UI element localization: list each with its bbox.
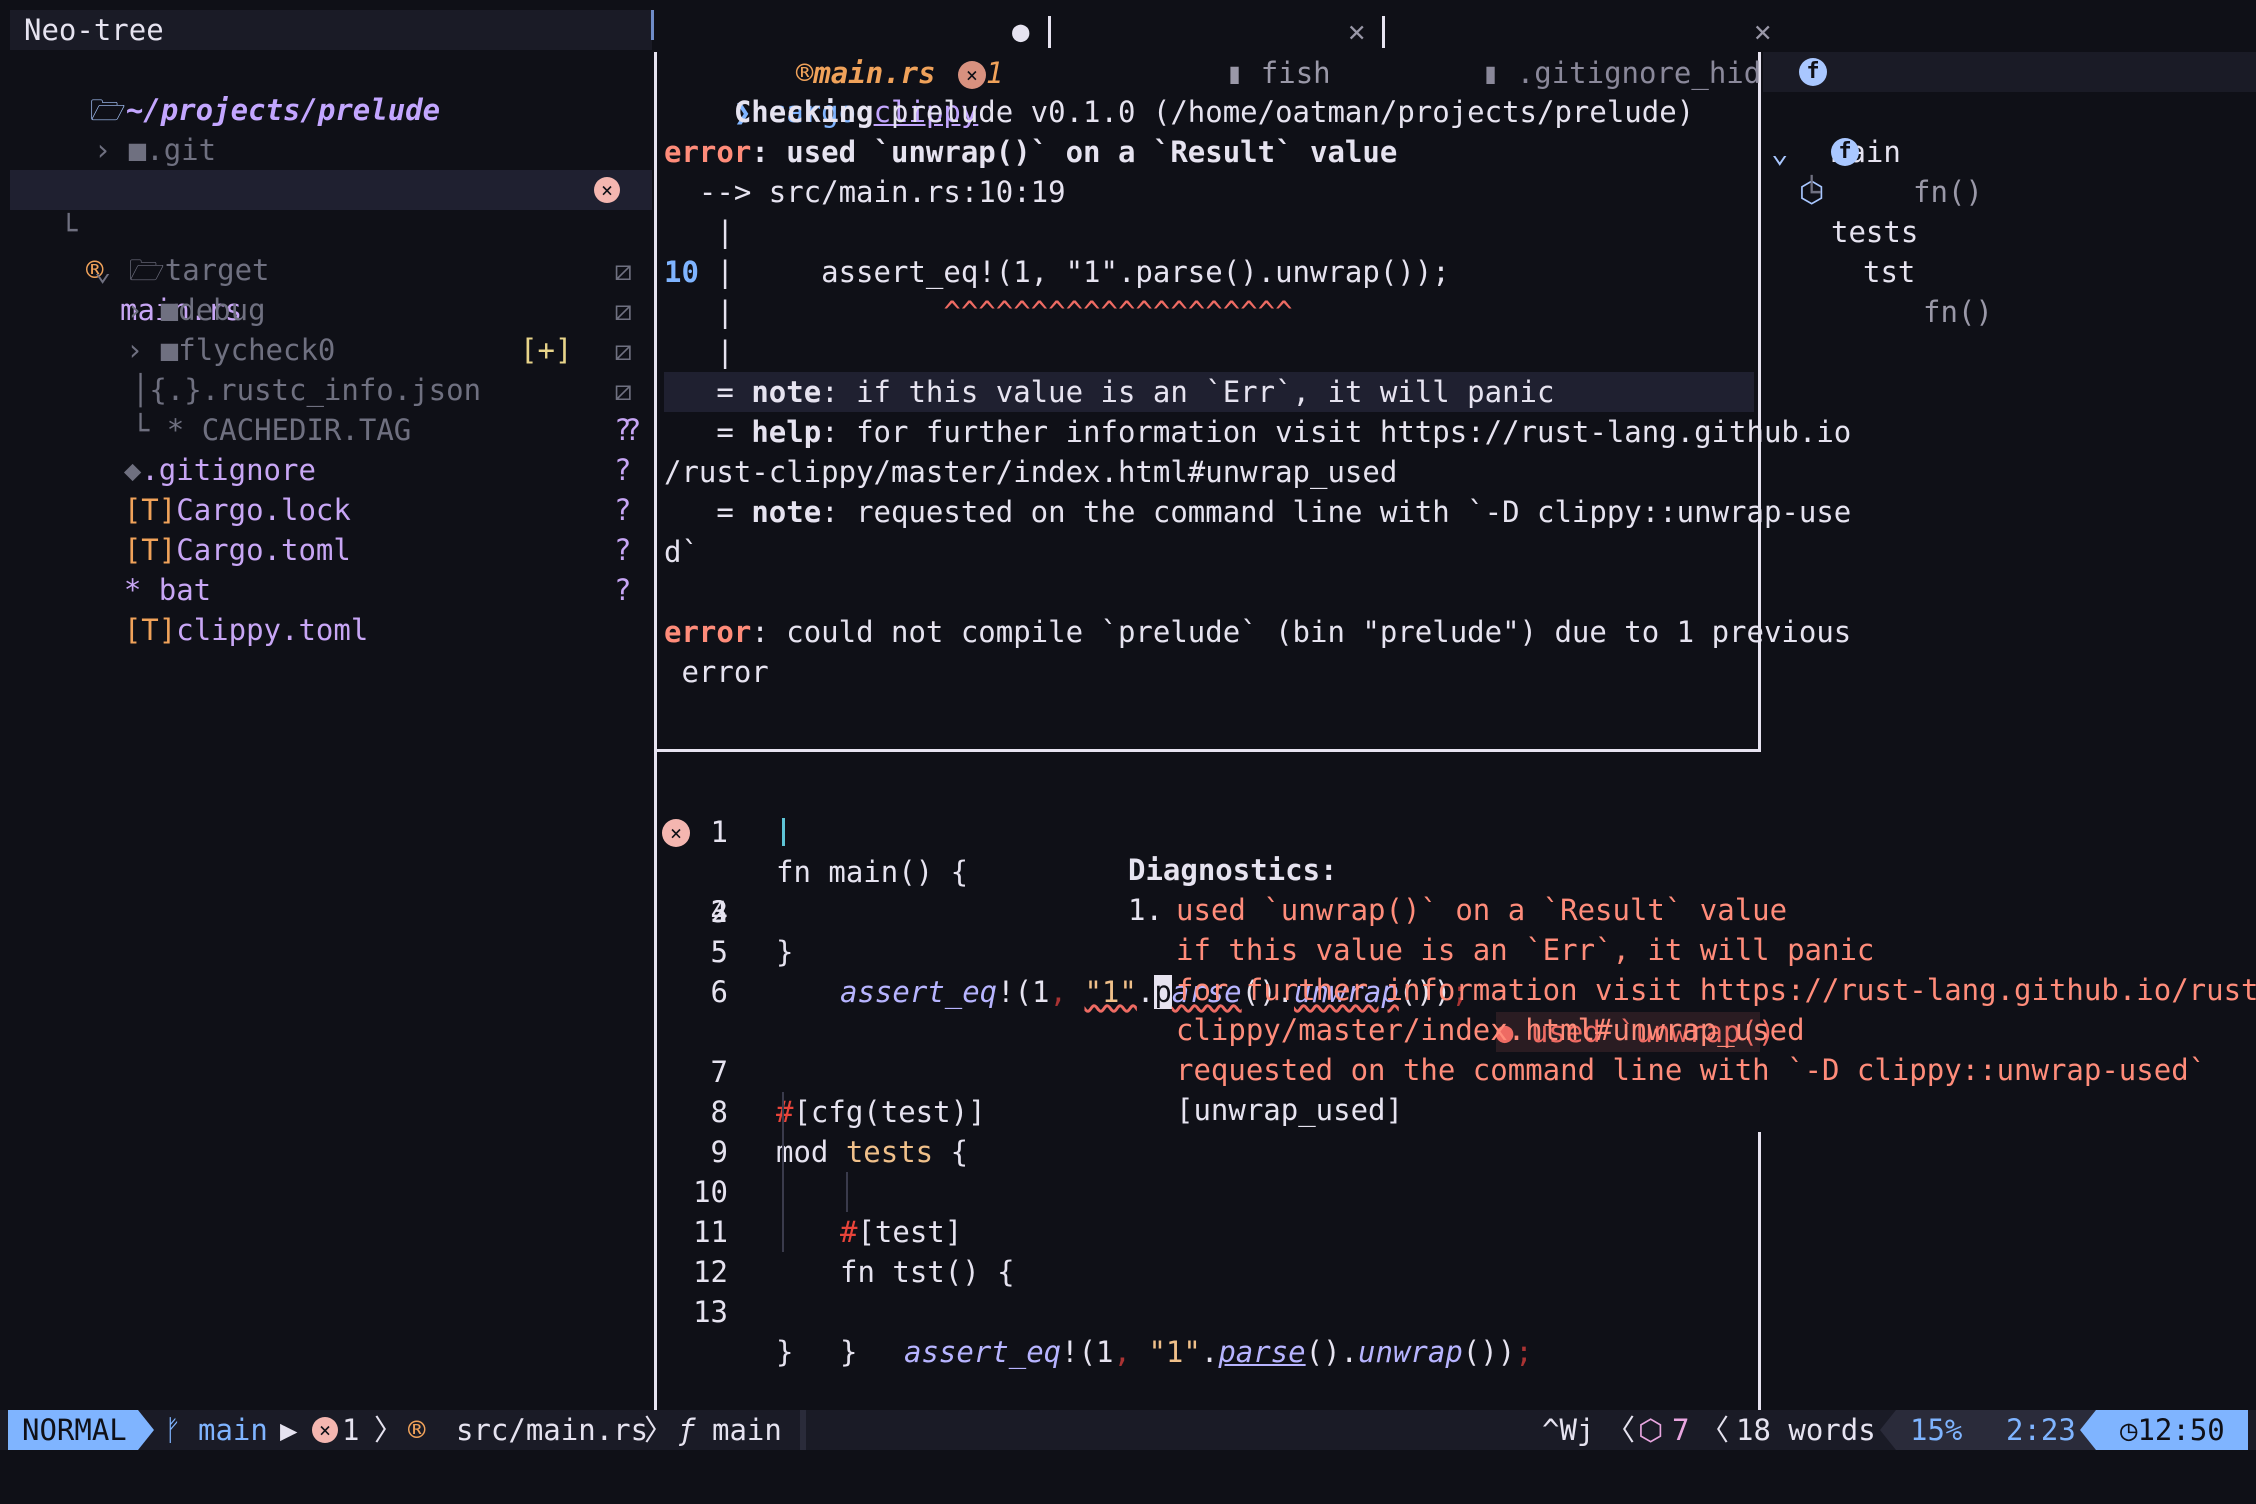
separator: ▶ xyxy=(280,1413,298,1447)
separator xyxy=(138,1410,154,1450)
tree-item-clippy-toml[interactable]: [T]clippy.toml xyxy=(54,570,706,647)
diagnostic-code: [unwrap_used] xyxy=(1176,1093,1403,1127)
term-line: = note: if this value is an `Err`, it wi… xyxy=(664,372,1754,412)
tree-guide: └ xyxy=(1803,175,1821,209)
term-prompt-line: ❯ cargo clippy xyxy=(733,95,979,129)
code-line: × 2 assert_eq!(1, "1".parse().unwrap());… xyxy=(656,812,1775,1052)
outline-item-main[interactable]: f main fn() xyxy=(1763,52,2256,209)
diagnostic-text: used `unwrap()` on a `Result` value xyxy=(1176,893,1788,927)
term-line: Checking prelude v0.1.0 (/home/oatman/pr… xyxy=(733,95,1695,129)
separator xyxy=(1880,1410,1896,1450)
term-line: error: could not compile `prelude` (bin … xyxy=(664,615,1852,649)
breadcrumb-path[interactable]: src/main.rs xyxy=(456,1410,648,1450)
untracked-icon: ? xyxy=(614,493,632,527)
error-sign-icon[interactable]: × xyxy=(662,819,690,847)
function-icon: f xyxy=(1799,58,1827,86)
status-bar: NORMAL ᚠ main ▶ × 1 〉 ® src/main.rs 〉 ƒ … xyxy=(0,1410,2256,1450)
indent-guide xyxy=(782,818,785,846)
tab-error-count: × 1 xyxy=(888,10,1003,90)
function-icon: ƒ xyxy=(678,1413,696,1447)
breadcrumb-function[interactable]: main xyxy=(712,1410,782,1450)
chevron-left-icon: 〈 xyxy=(1700,1413,1730,1447)
code-line: 1 fn main() { xyxy=(710,815,969,889)
term-line: d` xyxy=(664,535,699,569)
ignored-icon: ⧄ xyxy=(614,333,633,367)
term-line: --> src/main.rs:10:19 xyxy=(664,175,1066,209)
git-branch[interactable]: main xyxy=(198,1410,268,1450)
toml-icon: [T] xyxy=(123,613,177,647)
diagnostic-text: clippy/master/index.html#unwrap_used xyxy=(1176,1013,1805,1047)
close-icon[interactable]: ✕ xyxy=(1754,10,1771,52)
chevron-right-icon: 〉 xyxy=(644,1413,674,1447)
term-line: 10 | assert_eq!(1, "1".parse().unwrap())… xyxy=(664,255,1450,289)
tree-item-debug[interactable]: › ■debug xyxy=(56,250,708,327)
term-line: | ^^^^^^^^^^^^^^^^^^^^ xyxy=(664,295,1293,329)
tab-fish[interactable]: ▮ fish xyxy=(1156,10,1331,90)
tree-item-gitignore[interactable]: ◆.gitignore xyxy=(54,410,706,487)
lsp-count: 7 xyxy=(1672,1413,1690,1447)
cursor-position: 2:23 xyxy=(2006,1413,2076,1447)
term-line: error xyxy=(664,655,769,689)
rust-icon: ® xyxy=(408,1413,426,1447)
untracked-icon: ? xyxy=(614,533,632,567)
separator xyxy=(2080,1410,2096,1450)
ignored-icon: ⧄ xyxy=(614,253,633,287)
term-line: | xyxy=(664,335,734,369)
term-line: | xyxy=(664,215,734,249)
tree-root[interactable]: 🗁~/projects/prelude xyxy=(20,50,672,127)
untracked-icon: ? xyxy=(614,413,632,447)
tree-item-src[interactable]: ⌄ 🗁src xyxy=(24,130,676,207)
chevron-left-icon: 〈 xyxy=(1606,1413,1636,1447)
function-icon: f xyxy=(1831,138,1859,166)
ignored-icon: ⧄ xyxy=(614,373,633,407)
outline-item-tests[interactable]: ⌄ ⬡ tests xyxy=(1763,92,1918,249)
pending-keys: ^Wj xyxy=(1542,1413,1595,1447)
tree-item-bat[interactable]: * bat xyxy=(54,530,706,607)
scroll-percent: 15% xyxy=(1910,1413,1963,1447)
term-line: error: used `unwrap()` on a `Result` val… xyxy=(664,135,1398,169)
tree-item-cargo-lock[interactable]: [T]Cargo.lock xyxy=(54,450,706,527)
term-line: = note: requested on the command line wi… xyxy=(664,495,1852,529)
error-count[interactable]: 1 xyxy=(342,1410,359,1450)
error-icon: × xyxy=(594,177,620,203)
clock: ◷12:50 xyxy=(2096,1410,2248,1450)
untracked-icon: ? xyxy=(614,573,632,607)
explorer-title: Neo-tree xyxy=(10,10,652,50)
chevron-right-icon: 〉 xyxy=(374,1413,404,1447)
tab-divider xyxy=(1382,16,1385,48)
modified-dot: ● xyxy=(1012,14,1030,48)
terminal-pane[interactable]: ❯ cargo clippy Checking prelude v0.1.0 (… xyxy=(656,52,1851,750)
explorer-divider[interactable] xyxy=(651,10,654,40)
ignored-icon: ⧄ xyxy=(614,293,633,327)
code-line: 13 } xyxy=(693,1295,794,1369)
outline-item-tst[interactable]: └ f tst fn() xyxy=(1763,132,1993,329)
tree-item-cargo-toml[interactable]: [T]Cargo.toml xyxy=(54,490,706,567)
tree-item-flycheck[interactable]: › ■flycheck0 xyxy=(56,290,708,367)
window-divider[interactable] xyxy=(1758,1132,1761,1410)
code-line: 11 assert_eq!(1, "1".parse().unwrap()); xyxy=(656,1172,1756,1369)
term-line: = help: for further information visit ht… xyxy=(664,415,1852,449)
symbols-outline: f main fn() ⌄ ⬡ tests └ f tst fn() xyxy=(1763,52,2256,1412)
clock-icon: ◷ xyxy=(2120,1413,2138,1447)
tree-item-main-rs[interactable]: └ ® main.rs [+] × ? xyxy=(10,170,652,447)
mode-indicator: NORMAL xyxy=(8,1410,138,1450)
tree-item-target[interactable]: ⌄ 🗁target xyxy=(24,210,676,287)
tab-bar: ®main.rs × 1 ● ▮ fish ✕ ▮ .gitignore_hidd… xyxy=(656,10,2256,90)
close-icon[interactable]: ✕ xyxy=(1348,10,1365,52)
untracked-icon: ? xyxy=(614,453,632,487)
diagnostic-number: 1. xyxy=(1128,893,1163,927)
code-line: 12 } xyxy=(656,1212,1756,1369)
code-line: 10 fn tst() { xyxy=(656,1132,1756,1289)
term-line: /rust-clippy/master/index.html#unwrap_us… xyxy=(664,455,1398,489)
error-icon: × xyxy=(312,1417,338,1443)
file-explorer: Neo-tree 🗁~/projects/prelude › ■.git ⌄ 🗁… xyxy=(0,10,652,1410)
tree-item-git[interactable]: › ■.git xyxy=(24,90,676,167)
git-branch-icon: ᚠ xyxy=(164,1413,182,1447)
diagnostics-title: Diagnostics: xyxy=(1128,853,1338,887)
package-icon: ⬡ xyxy=(1638,1413,1664,1447)
word-count: 18 words xyxy=(1736,1413,1876,1447)
tab-divider xyxy=(1048,16,1051,48)
separator xyxy=(800,1410,806,1450)
